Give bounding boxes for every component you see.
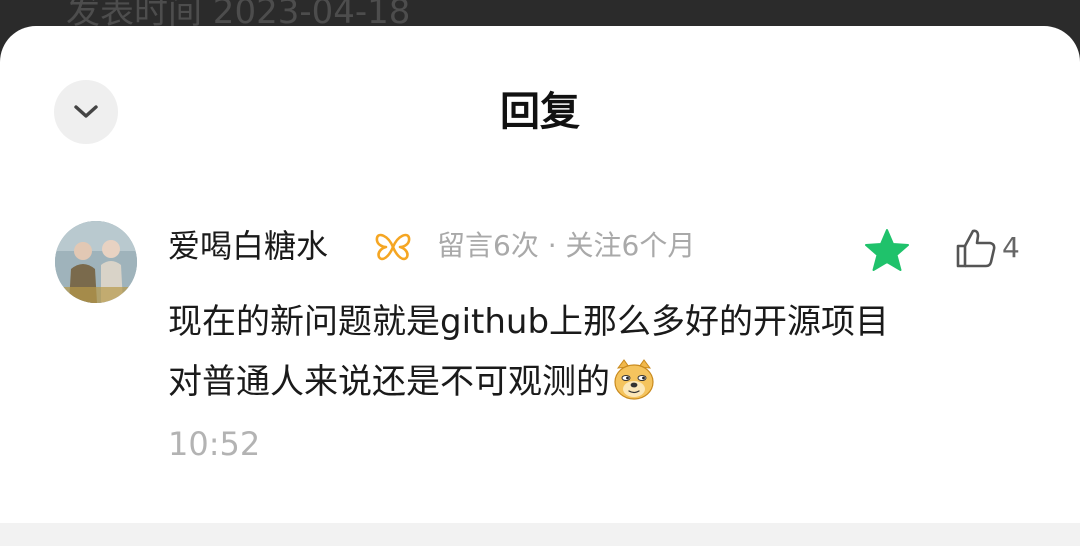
bottom-divider <box>0 523 1080 546</box>
comment-text-line-2-text: 对普通人来说还是不可观测的 <box>168 362 610 402</box>
like-count: 4 <box>1002 231 1020 264</box>
reply-sheet: 回复 爱喝白糖水 留言6次 · 关注6个月 4 现在的新问题就是github上那… <box>0 26 1080 546</box>
comment-text-line-1: 现在的新问题就是github上那么多好的开源项目 <box>168 302 890 342</box>
comment-text-line-2: 对普通人来说还是不可观测的 <box>168 352 1038 412</box>
avatar-image <box>55 221 137 303</box>
username[interactable]: 爱喝白糖水 <box>168 224 328 268</box>
avatar[interactable] <box>55 221 137 303</box>
butterfly-badge-icon <box>375 233 411 261</box>
comment-meta: 留言6次 · 关注6个月 <box>437 229 696 262</box>
thumbs-up-icon <box>956 229 996 268</box>
comment-time: 10:52 <box>168 425 261 463</box>
star-icon[interactable] <box>864 228 910 274</box>
comment-text: 现在的新问题就是github上那么多好的开源项目 对普通人来说还是不可观测的 <box>168 292 1038 412</box>
sheet-title: 回复 <box>500 89 580 135</box>
like-button[interactable]: 4 <box>954 224 1020 272</box>
doge-emoji-icon <box>614 358 654 400</box>
